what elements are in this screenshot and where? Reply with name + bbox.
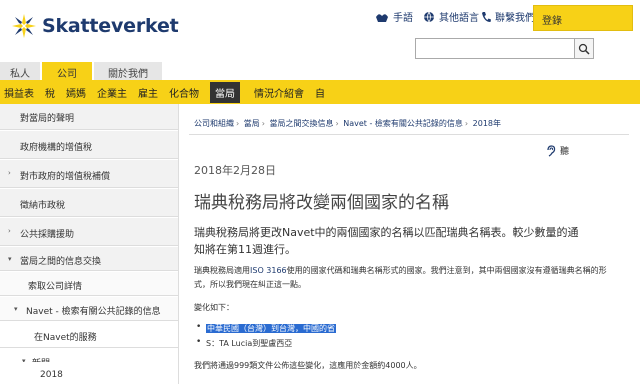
sidebar-item-label: 2018: [40, 370, 63, 380]
sidebar-item-label: 當局之間的信息交換: [20, 257, 102, 267]
sidebar-item-label: 對當局的聲明: [20, 114, 75, 124]
contact-us-link[interactable]: 聯繫我們: [481, 9, 535, 24]
list-item-text: S：TA Lucia到聖盧西亞: [206, 339, 293, 348]
sidebar-item-procurement[interactable]: › 公共採購援助: [0, 218, 178, 246]
nav-item-business-owner[interactable]: 企業主: [97, 85, 127, 100]
globe-icon: [424, 11, 434, 23]
sidebar-item-municipal-vat[interactable]: › 對市政府的增值稅補償: [0, 160, 178, 188]
chevron-right-icon: ›: [8, 227, 11, 235]
list-item: S：TA Lucia到聖盧西亞: [194, 337, 336, 353]
nav-item-employer[interactable]: 雇主: [138, 85, 158, 100]
changes-list: 中華民國（台灣）到台灣，中國的省 S：TA Lucia到聖盧西亞: [194, 322, 336, 353]
sidebar-item-2018[interactable]: 2018: [0, 362, 178, 384]
divider: [189, 134, 629, 135]
logo-text: Skatteverket: [42, 15, 179, 37]
tab-company[interactable]: 公司: [42, 62, 92, 80]
chevron-down-icon: ▾: [14, 305, 18, 313]
list-item: 中華民國（台灣）到台灣，中國的省: [194, 322, 336, 338]
sidebar-item-label: Navet - 檢索有關公共記錄的信息: [26, 307, 161, 317]
main-content: 公司和組織 › 當局 › 當局之間交換信息 › Navet - 檢索有關公共記錄的信息…: [178, 104, 640, 384]
header: Skatteverket 手語 其他語言 聯繫我們 登錄: [0, 0, 640, 60]
skatteverket-logo-icon: [12, 14, 36, 38]
sidebar-item-label: 對市政府的增值稅補償: [20, 172, 111, 182]
breadcrumb-item[interactable]: 2018年: [473, 119, 501, 128]
listen-button[interactable]: 聽: [546, 144, 569, 157]
iso-3166-link[interactable]: ISO 3166: [250, 266, 287, 275]
sidebar-item-company-details[interactable]: 索取公司詳情: [0, 272, 178, 296]
sign-language-icon: [376, 13, 388, 22]
nav-item-self[interactable]: 自: [315, 85, 325, 100]
other-languages-label: 其他語言: [439, 13, 479, 24]
nav-item-income-statement[interactable]: 損益表: [4, 85, 34, 100]
breadcrumb-item[interactable]: 公司和組織: [194, 119, 234, 128]
article-lead: 瑞典稅務局將更改Navet中的兩個國家的名稱以匹配瑞典名稱表。較少數量的通知將在…: [194, 226, 579, 256]
nav-item-tax[interactable]: 稅: [45, 85, 55, 100]
search-button[interactable]: [575, 38, 594, 59]
nav-item-briefing[interactable]: 情況介紹會: [254, 85, 304, 100]
text-fragment: 瑞典稅務局適用: [194, 266, 250, 275]
changes-intro: 變化如下：: [194, 303, 234, 312]
nav-item-3[interactable]: 嫣媽: [66, 85, 86, 100]
search-icon: [578, 43, 590, 55]
sidebar-item-navet[interactable]: ▾ Navet - 檢索有關公共記錄的信息: [0, 297, 178, 321]
ear-icon: [547, 144, 556, 157]
article-paragraph: 我們將通過999類文件公佈這些變化，這應用於金額約4000人。: [194, 361, 422, 370]
listen-label: 聽: [560, 147, 570, 157]
breadcrumb: 公司和組織 › 當局 › 當局之間交換信息 › Navet - 檢索有關公共記錄的信息…: [194, 119, 502, 128]
sidebar-item-label: 索取公司詳情: [28, 282, 83, 292]
breadcrumb-item[interactable]: Navet - 檢索有關公共記錄的信息: [343, 119, 463, 128]
phone-icon: [482, 11, 491, 22]
page-title: 瑞典稅務局將改變兩個國家的名稱: [194, 193, 449, 213]
article-paragraph: 瑞典稅務局適用ISO 3166使用的國家代碼和瑞典名稱形式的國家。我們注意到，其…: [194, 264, 614, 292]
sidebar-item-label: 徵納市政稅: [20, 201, 66, 211]
nav-item-compound[interactable]: 化合物: [169, 85, 199, 100]
breadcrumb-item[interactable]: 當局之間交換信息: [270, 119, 334, 128]
sign-language-label: 手語: [393, 13, 413, 24]
sidebar-item-municipal-tax[interactable]: 徵納市政稅: [0, 189, 178, 217]
sidebar-item-navet-services[interactable]: 在Navet的服務: [0, 322, 178, 348]
tab-private[interactable]: 私人: [0, 62, 40, 80]
sidebar-item-info-exchange[interactable]: ▾ 當局之間的信息交換: [0, 247, 178, 271]
sidebar: 對當局的聲明 政府機構的增值稅 › 對市政府的增值稅補償 徵納市政稅 › 公共採…: [0, 104, 178, 384]
other-languages-link[interactable]: 其他語言: [423, 9, 479, 24]
sidebar-item-label: 公共採購援助: [20, 230, 75, 240]
tab-about-us[interactable]: 關於我們: [94, 62, 162, 80]
chevron-down-icon: ▾: [8, 255, 12, 263]
sidebar-item-label: 政府機構的增值稅: [20, 143, 93, 153]
sidebar-item-statements[interactable]: 對當局的聲明: [0, 104, 178, 130]
search-input[interactable]: [415, 38, 575, 59]
chevron-right-icon: ›: [8, 169, 11, 177]
contact-us-label: 聯繫我們: [495, 13, 535, 24]
login-button[interactable]: 登錄: [533, 5, 633, 31]
logo[interactable]: Skatteverket: [10, 12, 179, 40]
main-nav: 損益表 稅 嫣媽 企業主 雇主 化合物 當局 情況介紹會 自: [0, 80, 640, 104]
audience-tabs: 私人 公司 關於我們: [0, 62, 164, 80]
breadcrumb-item[interactable]: 當局: [244, 119, 260, 128]
highlighted-text: 中華民國（台灣）到台灣，中國的省: [206, 324, 336, 333]
sidebar-item-label: 在Navet的服務: [34, 333, 97, 343]
sidebar-item-gov-vat[interactable]: 政府機構的增值稅: [0, 131, 178, 159]
nav-item-authorities[interactable]: 當局: [210, 81, 240, 103]
sign-language-link[interactable]: 手語: [375, 9, 413, 24]
article-date: 2018年2月28日: [194, 164, 276, 177]
